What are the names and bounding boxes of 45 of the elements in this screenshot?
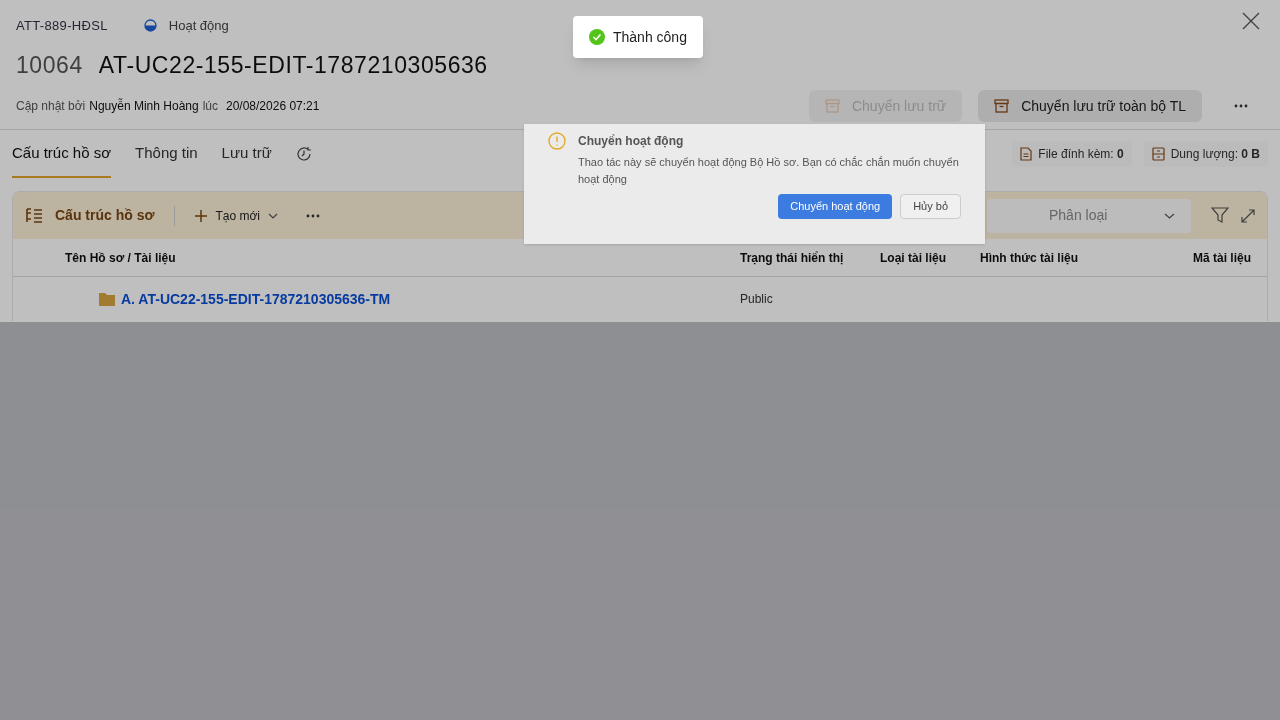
chevron-icon [267,212,278,219]
confirm-button[interactable]: Chuyển hoạt động [778,194,893,219]
stat-text: Dung lượng: 0 B [1170,146,1260,163]
folder-icon [99,292,115,306]
cabinet-icon [1151,147,1165,161]
panel-title: Cấu trúc hồ sơ [55,206,155,225]
toast-message: Thành công [613,27,687,47]
check-icon [589,29,605,45]
close-icon[interactable] [1242,12,1260,30]
at-label: lúc [202,98,218,115]
tab[interactable]: Thông tin [135,130,198,178]
dialog-message: Thao tác này sẽ chuyển hoạt động Bộ Hồ sơ. Bạn có chắc chắn muốn chuyển hoạt động [578,155,960,187]
folder-link[interactable]: A. AT-UC22-155-EDIT-1787210305636-TM [121,288,391,310]
updated-at: 20/08/2026 07:21 [226,98,320,115]
column-header: Trạng thái hiển thị [740,249,845,267]
warning-icon [548,132,566,150]
tab[interactable]: Cấu trúc hồ sơ [12,130,112,178]
column-header: Loại tài liệu [880,249,947,267]
column-header: Hình thức tài liệu [980,249,1080,267]
table-cell-text: Public [740,291,774,308]
column-header: Mã tài liệu [1193,249,1252,267]
dialog-title: Chuyển hoạt động [578,133,685,150]
tree-icon [25,207,43,224]
record-code: ATT-889-HĐSL [16,17,108,35]
record-number: 10064 [16,50,83,80]
cancel-button[interactable]: Hủy bỏ [900,194,961,219]
stat-text: File đính kèm: 0 [1038,146,1124,163]
history-icon[interactable] [295,146,312,162]
status-label: Hoạt động [168,17,229,35]
new-button[interactable]: Tạo mới [195,206,278,225]
archive-button[interactable]: Chuyển lưu trữ toàn bộ TL [978,90,1202,122]
document-icon [1020,147,1033,161]
archive-icon [824,99,840,113]
plus-icon [195,209,208,222]
more-icon [305,213,320,218]
archive-icon [994,99,1010,113]
chevron-icon [1164,212,1175,219]
record-title: AT-UC22-155-EDIT-1787210305636 [98,50,488,80]
tab[interactable]: Lưu trữ [221,130,272,178]
expand-icon[interactable] [1241,208,1255,223]
column-header: Tên Hồ sơ / Tài liệu [65,249,177,267]
more-icon [1234,104,1248,108]
updated-by: Nguyễn Minh Hoàng [89,97,199,115]
filter-icon[interactable] [1211,207,1229,224]
updated-label: Cập nhật bởi [16,98,86,115]
